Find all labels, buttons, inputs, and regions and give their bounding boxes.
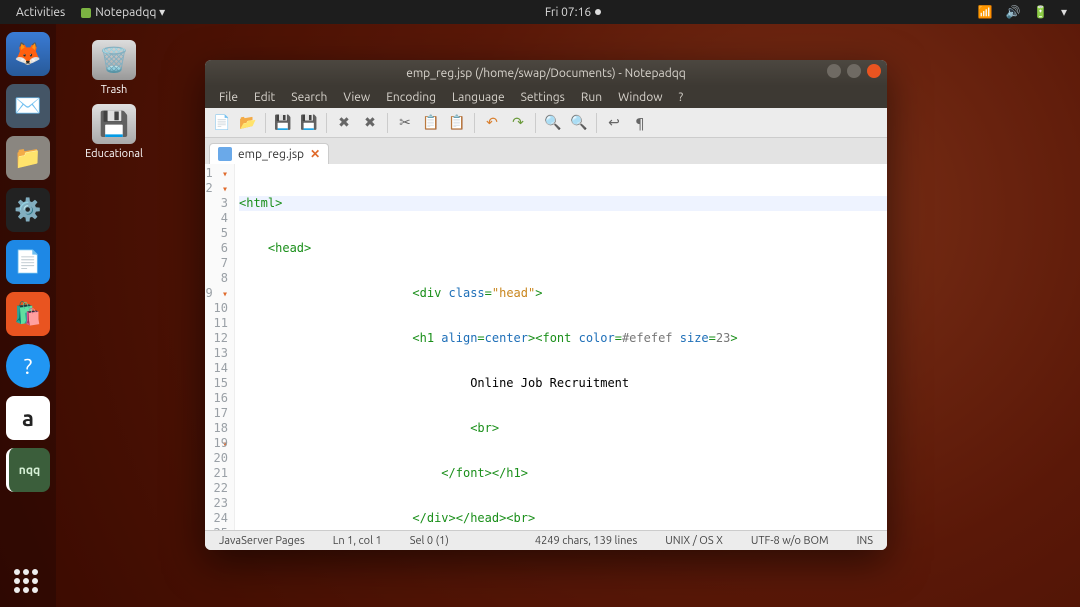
launcher-writer[interactable]: 📄 (6, 240, 50, 284)
wifi-icon: 📶 (973, 6, 998, 19)
launcher-notepadqq[interactable]: nqq (6, 448, 50, 492)
launcher-rhythmbox[interactable]: ⚙️ (6, 188, 50, 232)
window-minimize[interactable] (827, 64, 841, 78)
dock: 🦊 ✉️ 📁 ⚙️ 📄 🛍️ ? a nqq (0, 24, 56, 607)
status-language: JavaServer Pages (205, 535, 319, 547)
drive-icon: 💾 (92, 104, 136, 144)
statusbar: JavaServer Pages Ln 1, col 1 Sel 0 (1) 4… (205, 530, 887, 550)
battery-icon: 🔋 (1028, 6, 1053, 19)
cut-icon[interactable]: ✂ (394, 112, 416, 134)
editor[interactable]: 1 ▾2 ▾3456789 ▾101112131415161718 ▾19202… (205, 164, 887, 530)
trash-icon: 🗑️ (92, 40, 136, 80)
menubar: File Edit Search View Encoding Language … (205, 86, 887, 108)
launcher-firefox[interactable]: 🦊 (6, 32, 50, 76)
desktop-educational[interactable]: 💾 Educational (74, 104, 154, 160)
undo-icon[interactable]: ↶ (481, 112, 503, 134)
desktop-educational-label: Educational (74, 148, 154, 160)
close-tab-icon[interactable]: ✖ (333, 112, 355, 134)
tabbar: emp_reg.jsp ✕ (205, 138, 887, 164)
menu-settings[interactable]: Settings (513, 89, 573, 106)
line-gutter: 1 ▾2 ▾3456789 ▾101112131415161718 ▾19202… (205, 164, 235, 530)
zoom-in-icon[interactable]: 🔍 (542, 112, 564, 134)
menu-view[interactable]: View (335, 89, 378, 106)
menu-edit[interactable]: Edit (246, 89, 283, 106)
window-maximize[interactable] (847, 64, 861, 78)
close-all-icon[interactable]: ✖ (359, 112, 381, 134)
word-wrap-icon[interactable]: ↩ (603, 112, 625, 134)
tab-label: emp_reg.jsp (238, 148, 304, 161)
chevron-down-icon: ▾ (1056, 6, 1072, 19)
launcher-software[interactable]: 🛍️ (6, 292, 50, 336)
file-icon (218, 147, 232, 161)
status-selection: Sel 0 (1) (396, 535, 463, 547)
paste-icon[interactable]: 📋 (446, 112, 468, 134)
tab-emp-reg[interactable]: emp_reg.jsp ✕ (209, 143, 329, 164)
status-chars: 4249 chars, 139 lines (521, 535, 651, 547)
menu-search[interactable]: Search (283, 89, 335, 106)
app-menu-label: Notepadqq ▾ (95, 6, 165, 19)
code-area[interactable]: <html> <head> <div class="head"> <h1 ali… (235, 164, 887, 530)
desktop-trash-label: Trash (74, 84, 154, 96)
window-titlebar[interactable]: emp_reg.jsp (/home/swap/Documents) - Not… (205, 60, 887, 86)
zoom-out-icon[interactable]: 🔍 (568, 112, 590, 134)
menu-run[interactable]: Run (573, 89, 610, 106)
status-insert-mode: INS (843, 535, 887, 547)
status-eol: UNIX / OS X (651, 535, 737, 547)
window-title: emp_reg.jsp (/home/swap/Documents) - Not… (406, 67, 686, 80)
activities-button[interactable]: Activities (8, 6, 73, 19)
launcher-amazon[interactable]: a (6, 396, 50, 440)
clock[interactable]: Fri 07:16 (537, 6, 609, 19)
menu-encoding[interactable]: Encoding (378, 89, 444, 106)
launcher-files[interactable]: 📁 (6, 136, 50, 180)
copy-icon[interactable]: 📋 (420, 112, 442, 134)
gnome-topbar: Activities Notepadqq ▾ Fri 07:16 📶 🔊 🔋 ▾ (0, 0, 1080, 24)
notepadqq-window: emp_reg.jsp (/home/swap/Documents) - Not… (205, 60, 887, 550)
window-close[interactable] (867, 64, 881, 78)
menu-window[interactable]: Window (610, 89, 670, 106)
tab-close-icon[interactable]: ✕ (310, 147, 320, 161)
save-icon[interactable]: 💾 (272, 112, 294, 134)
redo-icon[interactable]: ↷ (507, 112, 529, 134)
show-applications[interactable] (14, 569, 42, 597)
new-file-icon[interactable]: 📄 (211, 112, 233, 134)
menu-language[interactable]: Language (444, 89, 513, 106)
save-all-icon[interactable]: 💾 (298, 112, 320, 134)
launcher-help[interactable]: ? (6, 344, 50, 388)
show-symbols-icon[interactable]: ¶ (629, 112, 651, 134)
toolbar: 📄 📂 💾 💾 ✖ ✖ ✂ 📋 📋 ↶ ↷ 🔍 🔍 ↩ ¶ (205, 108, 887, 138)
app-menu[interactable]: Notepadqq ▾ (73, 5, 173, 19)
status-encoding: UTF-8 w/o BOM (737, 535, 843, 547)
desktop-trash[interactable]: 🗑️ Trash (74, 40, 154, 96)
menu-file[interactable]: File (211, 89, 246, 106)
menu-help[interactable]: ? (671, 89, 692, 106)
volume-icon: 🔊 (1001, 6, 1026, 19)
system-tray[interactable]: 📶 🔊 🔋 ▾ (973, 5, 1072, 19)
open-file-icon[interactable]: 📂 (237, 112, 259, 134)
launcher-thunderbird[interactable]: ✉️ (6, 84, 50, 128)
status-position: Ln 1, col 1 (319, 535, 396, 547)
